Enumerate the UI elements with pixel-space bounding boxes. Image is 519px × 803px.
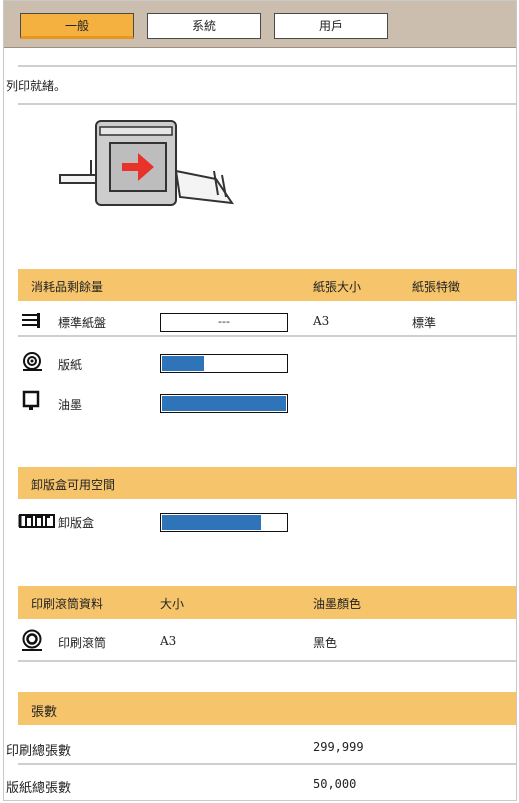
disposal-label: 卸版盒: [58, 516, 95, 530]
print-drum-icon: [22, 629, 42, 651]
divider: [18, 335, 516, 337]
consumable-label-paper-tray: 標準紙盤: [58, 316, 107, 330]
paper-size-value: A3: [313, 314, 330, 328]
divider: [18, 763, 516, 765]
tab-system[interactable]: 系統: [147, 13, 261, 39]
divider: [18, 660, 516, 662]
drum-ink-color-value: 黑色: [313, 636, 338, 650]
paper-feature-value: 標準: [412, 316, 437, 330]
total-print-count-value: 299,999: [313, 740, 364, 754]
total-print-count-label: 印刷總張數: [6, 744, 72, 759]
ink-cartridge-icon: [22, 390, 40, 410]
master-roll-icon: [23, 352, 42, 371]
disposal-level-fill: [162, 515, 261, 530]
consumables-header-paper-size: 紙張大小: [313, 280, 362, 294]
drum-label: 印刷滾筒: [58, 636, 107, 650]
master-level-bar: [160, 354, 288, 373]
disposal-header-label: 卸版盒可用空間: [31, 478, 116, 492]
tab-user[interactable]: 用戶: [274, 13, 388, 39]
total-master-count-value: 50,000: [313, 777, 357, 791]
disposal-box-icon: [18, 514, 55, 528]
disposal-level-bar: [160, 513, 288, 532]
divider: [18, 65, 516, 67]
master-level-fill: [162, 356, 205, 371]
printer-illustration: [59, 120, 235, 206]
total-master-count-label: 版紙總張數: [6, 781, 72, 796]
consumables-header-paper-feature: 紙張特徵: [412, 280, 461, 294]
consumables-header-remaining: 消耗品剩餘量: [31, 280, 104, 294]
printer-info-panel: 一般 系統 用戶 列印就緒。 消耗品剩餘量 紙張大小 紙張特徵 標準紙盤 ---…: [3, 0, 517, 801]
paper-tray-level-bar: ---: [160, 313, 288, 332]
drum-header-size: 大小: [160, 597, 185, 611]
consumable-label-master: 版紙: [58, 358, 83, 372]
divider: [18, 103, 516, 105]
drum-header-info: 印刷滾筒資料: [31, 597, 104, 611]
counts-header: [18, 692, 516, 725]
ink-level-bar: [160, 394, 288, 413]
ink-level-fill: [162, 396, 286, 411]
drum-size-value: A3: [160, 634, 177, 648]
status-message: 列印就緒。: [6, 79, 67, 93]
tab-bar: 一般 系統 用戶: [4, 1, 516, 48]
tab-general[interactable]: 一般: [20, 13, 134, 39]
counts-header-label: 張數: [31, 705, 58, 720]
paper-tray-icon: [22, 313, 40, 328]
paper-tray-level-text: ---: [218, 315, 230, 328]
drum-header-ink-color: 油墨顏色: [313, 597, 362, 611]
consumable-label-ink: 油墨: [58, 398, 83, 412]
